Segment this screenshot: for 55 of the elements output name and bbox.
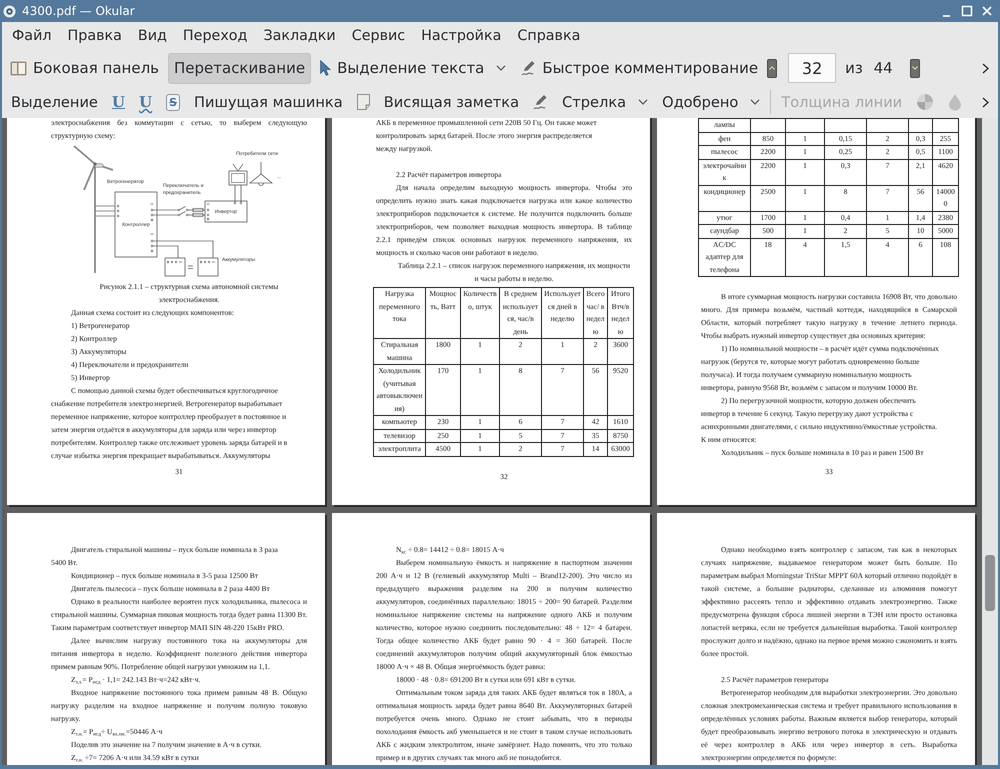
arrow-down-icon	[912, 66, 918, 70]
annotate-button[interactable]: Быстрое комментирование	[515, 52, 764, 84]
previous-page-button[interactable]	[767, 58, 778, 78]
menu-item[interactable]: Переход	[174, 28, 256, 44]
menu-item[interactable]: Справка	[509, 28, 588, 44]
color-wheel-icon	[916, 93, 934, 111]
app-icon	[3, 4, 16, 18]
menu-item[interactable]: Вид	[130, 28, 175, 44]
menu-item[interactable]: Настройка	[413, 28, 510, 44]
menu-item[interactable]: Правка	[60, 28, 130, 44]
pen-icon	[533, 93, 548, 111]
switch-drawing	[178, 206, 206, 217]
scrollbar-track[interactable]	[982, 118, 998, 765]
menu-item[interactable]: Файл	[4, 28, 60, 44]
caret-icon	[750, 99, 760, 105]
menu-item[interactable]: Сервис	[344, 28, 414, 44]
browse-tool-button[interactable]: Перетаскивание	[168, 52, 312, 84]
tool-button[interactable]: Пишущая машинка	[187, 88, 350, 116]
cable-bundle	[152, 210, 178, 216]
note-icon	[356, 94, 370, 110]
arrow-up-icon	[769, 66, 776, 70]
inverter-box	[204, 200, 248, 222]
pen-icon	[521, 59, 536, 77]
battery-box	[198, 258, 218, 276]
sidebar-button[interactable]: Боковая панель	[4, 52, 165, 84]
controller-box	[114, 192, 158, 258]
dropdown-button[interactable]: Стрелка	[555, 88, 656, 116]
chevron-right-icon	[982, 96, 989, 108]
window-title: 4300.pdf — Okular	[22, 4, 135, 18]
caret-icon	[496, 65, 506, 71]
caret-icon	[638, 99, 648, 105]
battery-box	[164, 258, 186, 276]
page-number-field[interactable]: 32	[788, 53, 836, 83]
droplet-icon	[948, 93, 962, 111]
sidebar-icon	[10, 60, 27, 76]
maximize-icon[interactable]	[960, 4, 974, 18]
chevron-right-icon	[982, 62, 989, 74]
text-select-button[interactable]: Выделение текста	[314, 52, 512, 84]
tool-button[interactable]: Выделение	[4, 88, 105, 116]
menu-item[interactable]: Закладки	[255, 28, 344, 44]
dropdown-button[interactable]: Одобрено	[655, 88, 768, 116]
page-count: из 44	[845, 59, 893, 77]
strikeout-button[interactable]: S	[159, 88, 188, 116]
next-page-button[interactable]	[910, 58, 920, 78]
cable-bundle	[95, 206, 116, 216]
cable-bundle	[152, 240, 214, 269]
close-icon[interactable]	[980, 4, 994, 18]
cable-bundle	[234, 184, 242, 202]
squiggle-button[interactable]: U	[132, 88, 160, 116]
cursor-icon	[320, 60, 332, 76]
underline-button[interactable]: U	[104, 88, 132, 116]
tv-drawing	[228, 164, 248, 186]
lamp-drawing	[249, 162, 273, 186]
tool-button[interactable]: Висящая заметка	[376, 88, 526, 116]
scrollbar-thumb[interactable]	[985, 555, 995, 611]
